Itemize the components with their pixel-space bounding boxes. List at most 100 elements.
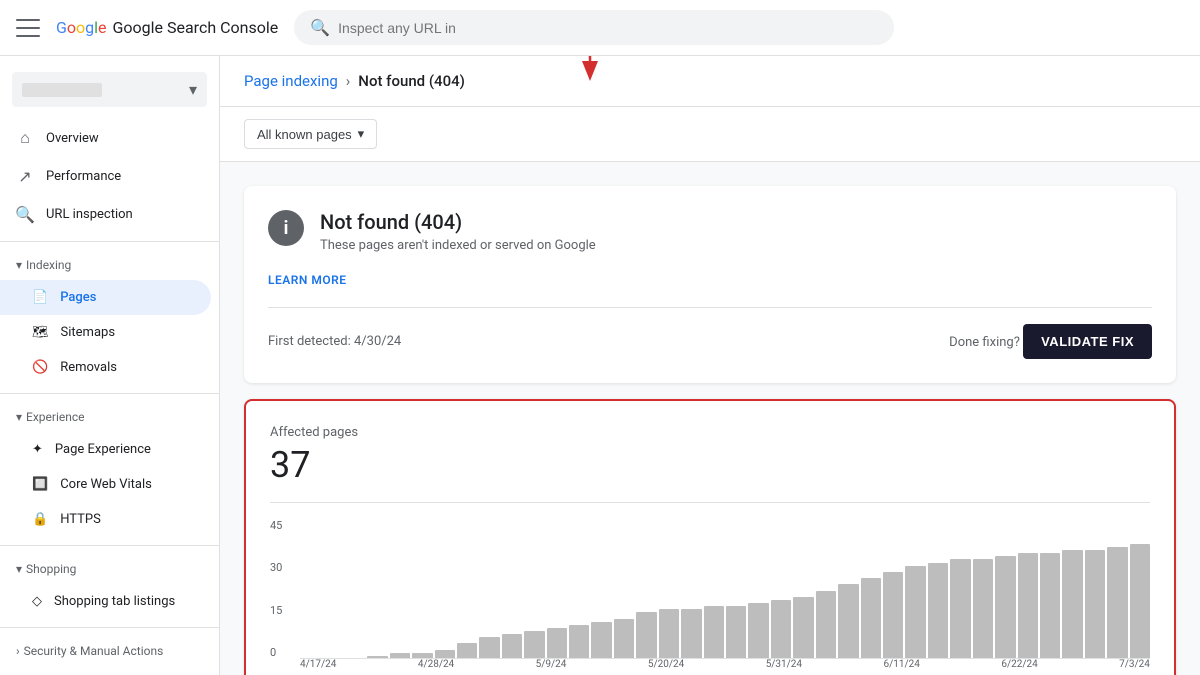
sidebar-item-label: URL inspection (46, 207, 133, 222)
x-label: 5/20/24 (648, 659, 684, 675)
sidebar-item-label: Pages (60, 290, 96, 305)
sidebar-section-experience[interactable]: ▾ Experience (0, 402, 219, 432)
x-label: 5/31/24 (766, 659, 802, 675)
chart-bar (479, 637, 499, 659)
chart-bar (816, 591, 836, 659)
search-input[interactable] (338, 20, 878, 36)
shopping-icon: ◇ (32, 594, 42, 609)
chevron-icon: ▾ (16, 410, 22, 424)
sidebar-section-indexing[interactable]: ▾ Indexing (0, 250, 219, 280)
sidebar-item-url-inspection[interactable]: 🔍 URL inspection (0, 195, 211, 233)
chart-bar (748, 603, 768, 659)
chart-bar (1062, 550, 1082, 659)
chart-bar (973, 559, 993, 659)
menu-icon[interactable] (16, 19, 40, 37)
chart-bar (569, 625, 589, 659)
info-card-title: Not found (404) (320, 210, 596, 234)
chart-bar (905, 566, 925, 659)
chart-card: Affected pages 37 45 30 15 0 4/17/244/28… (244, 399, 1176, 675)
y-label: 0 (270, 646, 294, 659)
chart-bar (995, 556, 1015, 659)
sidebar-section-legacy[interactable]: › Legacy tools and reports (0, 666, 219, 675)
x-label: 4/17/24 (300, 659, 336, 675)
chart-bar (502, 634, 522, 659)
sidebar-item-label: Overview (46, 131, 99, 146)
chart-y-labels: 45 30 15 0 (270, 519, 294, 659)
first-detected-label: First detected: (268, 334, 351, 349)
filter-label: All known pages (257, 127, 352, 142)
chart-bar (1107, 547, 1127, 659)
y-label: 30 (270, 561, 294, 574)
property-selector[interactable]: ▾ (12, 72, 207, 107)
chevron-icon: ▾ (16, 562, 22, 576)
sidebar-item-label: Core Web Vitals (60, 477, 152, 492)
chart-bar (659, 609, 679, 659)
sidebar-item-label: Shopping tab listings (54, 594, 175, 609)
chart-bar (457, 643, 477, 659)
chart-bar (861, 578, 881, 659)
done-fixing-label: Done fixing? (949, 335, 1020, 350)
chart-bar (704, 606, 724, 659)
x-label: 4/28/24 (418, 659, 454, 675)
sidebar-item-page-experience[interactable]: ✦ Page Experience (0, 432, 211, 467)
sidebar: ▾ ⌂ Overview ↗ Performance 🔍 URL inspect… (0, 56, 220, 675)
x-label: 6/22/24 (1001, 659, 1037, 675)
chart-bar (636, 612, 656, 659)
filter-button[interactable]: All known pages ▾ (244, 119, 377, 149)
sidebar-item-shopping-tab[interactable]: ◇ Shopping tab listings (0, 584, 211, 619)
sidebar-section-security[interactable]: › Security & Manual Actions (0, 636, 219, 666)
chart-bar (1130, 544, 1150, 659)
chart-bar (614, 619, 634, 659)
sidebar-item-core-web-vitals[interactable]: 🔲 Core Web Vitals (0, 467, 211, 502)
chart-bar (524, 631, 544, 659)
chart-bar (771, 600, 791, 659)
breadcrumb-current: Not found (404) (358, 72, 465, 90)
removals-icon: 🚫 (32, 360, 48, 375)
chevron-icon: ▾ (16, 258, 22, 272)
first-detected: First detected: 4/30/24 (268, 334, 401, 349)
y-label: 15 (270, 604, 294, 617)
sidebar-section-shopping[interactable]: ▾ Shopping (0, 554, 219, 584)
x-label: 6/11/24 (884, 659, 920, 675)
learn-more-link[interactable]: LEARN MORE (268, 269, 347, 291)
search-bar[interactable]: 🔍 (294, 10, 894, 45)
chart-bar (1085, 550, 1105, 659)
x-label: 5/9/24 (536, 659, 567, 675)
pages-icon: 📄 (32, 290, 48, 305)
bars-wrapper (300, 519, 1150, 659)
sidebar-item-pages[interactable]: 📄 Pages (0, 280, 211, 315)
sidebar-item-overview[interactable]: ⌂ Overview (0, 119, 211, 157)
sidebar-item-performance[interactable]: ↗ Performance (0, 157, 211, 195)
breadcrumb-parent[interactable]: Page indexing (244, 72, 338, 90)
sidebar-item-sitemaps[interactable]: 🗺 Sitemaps (0, 315, 211, 350)
chart-bar (591, 622, 611, 659)
info-card-header: i Not found (404) These pages aren't ind… (268, 210, 1152, 253)
chart-bar (1040, 553, 1060, 659)
breadcrumb-separator: › (346, 72, 351, 90)
info-card-subtitle: These pages aren't indexed or served on … (320, 238, 596, 253)
breadcrumb-bar: Page indexing › Not found (404) (220, 56, 1200, 107)
https-icon: 🔒 (32, 512, 48, 527)
page-experience-icon: ✦ (32, 442, 43, 457)
info-card-footer: First detected: 4/30/24 Done fixing? VAL… (268, 307, 1152, 359)
sidebar-item-label: Page Experience (55, 442, 151, 457)
dropdown-icon: ▾ (358, 126, 365, 142)
nav-divider (0, 241, 219, 242)
search-icon: 🔍 (16, 205, 34, 223)
chart-label: Affected pages (270, 425, 1150, 440)
chevron-down-icon: ▾ (189, 80, 197, 99)
sidebar-item-label: Performance (46, 169, 121, 184)
sidebar-item-label: HTTPS (60, 512, 101, 527)
validate-fix-button[interactable]: VALIDATE FIX (1023, 324, 1152, 359)
chart-bar (793, 597, 813, 659)
nav-divider (0, 545, 219, 546)
sidebar-item-https[interactable]: 🔒 HTTPS (0, 502, 211, 537)
y-label: 45 (270, 519, 294, 532)
first-detected-value: 4/30/24 (354, 334, 401, 349)
info-icon: i (268, 210, 304, 246)
sidebar-item-removals[interactable]: 🚫 Removals (0, 350, 211, 385)
google-wordmark: Google (56, 18, 107, 37)
main-content: Page indexing › Not found (404) All know… (220, 56, 1200, 675)
chart-x-labels: 4/17/24 4/28/24 5/9/24 5/20/24 5/31/24 6/11/2… (300, 659, 1150, 675)
chevron-icon: › (16, 644, 20, 658)
